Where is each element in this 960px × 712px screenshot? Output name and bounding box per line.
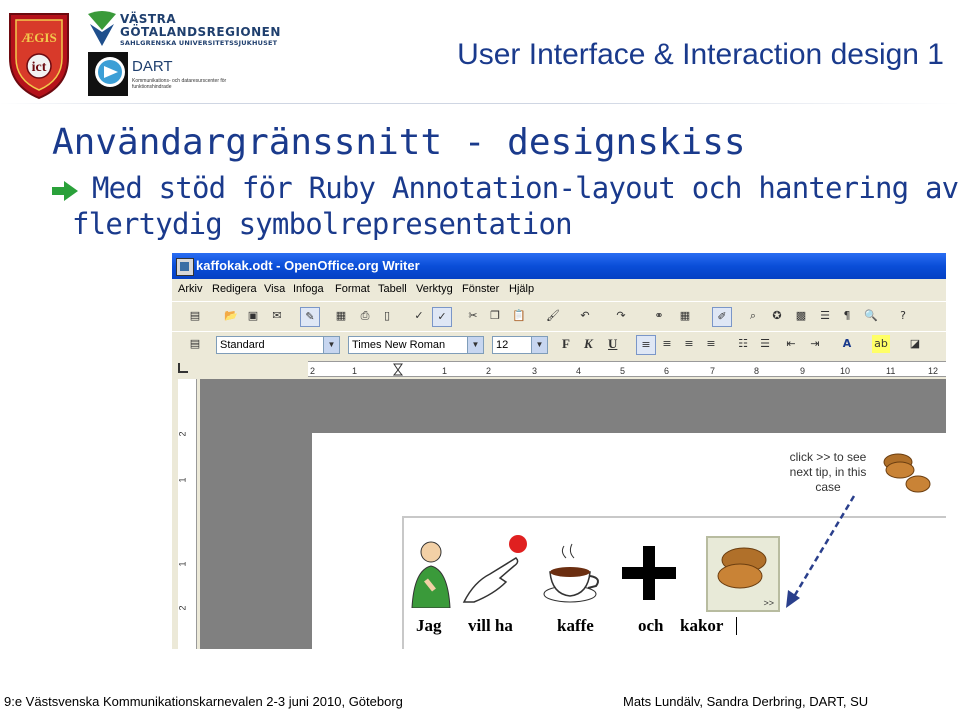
aegis-logo: ÆGIS ict bbox=[4, 8, 74, 100]
cookies-icon bbox=[880, 448, 942, 496]
dart-logo-name: DART bbox=[132, 58, 173, 75]
header-title: User Interface & Interaction design 1 bbox=[457, 38, 944, 71]
header-divider bbox=[0, 103, 960, 104]
symbol-label-och: och bbox=[638, 616, 664, 635]
symbol-label-vill-ha: vill ha bbox=[468, 616, 513, 635]
dart-logo: DART Kommunikations- och dataresurscente… bbox=[88, 52, 228, 96]
vgr-logo-line2: GÖTALANDSREGIONEN bbox=[120, 25, 281, 39]
symbol-label-jag: Jag bbox=[416, 616, 442, 635]
vgr-logo: VÄSTRA GÖTALANDSREGIONEN SAHLGRENSKA UNI… bbox=[86, 10, 286, 50]
symbol-label-kakor: kakor bbox=[680, 616, 724, 635]
plus-och-icon[interactable] bbox=[616, 542, 682, 604]
dashed-pointer-arrow-icon bbox=[786, 495, 856, 608]
dart-logo-subtitle: Kommunikations- och dataresurscenter för… bbox=[132, 78, 227, 90]
svg-text:ict: ict bbox=[32, 60, 47, 75]
symbol-label-kaffe: kaffe bbox=[557, 616, 594, 635]
hand-vill-ha-icon[interactable] bbox=[460, 532, 530, 604]
cookie-icon bbox=[717, 547, 767, 589]
person-jag-icon[interactable] bbox=[406, 538, 456, 609]
bullet-text-line2: flertydig symbolrepresentation bbox=[72, 207, 573, 241]
slide-title: Användargränssnitt - designskiss bbox=[52, 122, 746, 163]
vgr-logo-line3: SAHLGRENSKA UNIVERSITETSSJUKHUSET bbox=[120, 39, 278, 47]
vgr-logo-line1: VÄSTRA bbox=[120, 12, 177, 26]
cookie-kakor-symbol[interactable]: >> bbox=[706, 536, 780, 612]
footer-authors: Mats Lundälv, Sandra Derbring, DART, SU bbox=[623, 694, 869, 709]
next-tip-button[interactable]: >> bbox=[763, 598, 774, 608]
footer-event: 9:e Västsvenska Kommunikationskarnevalen… bbox=[4, 694, 403, 709]
coffee-cup-icon[interactable] bbox=[540, 542, 606, 606]
arrow-bullet-icon bbox=[50, 180, 80, 202]
bullet-text-line1: Med stöd för Ruby Annotation-layout och … bbox=[92, 171, 959, 205]
text-cursor bbox=[736, 617, 737, 635]
aegis-logo-text: ÆGIS bbox=[21, 30, 56, 45]
tip-text: click >> to see next tip, in this case bbox=[789, 450, 867, 494]
